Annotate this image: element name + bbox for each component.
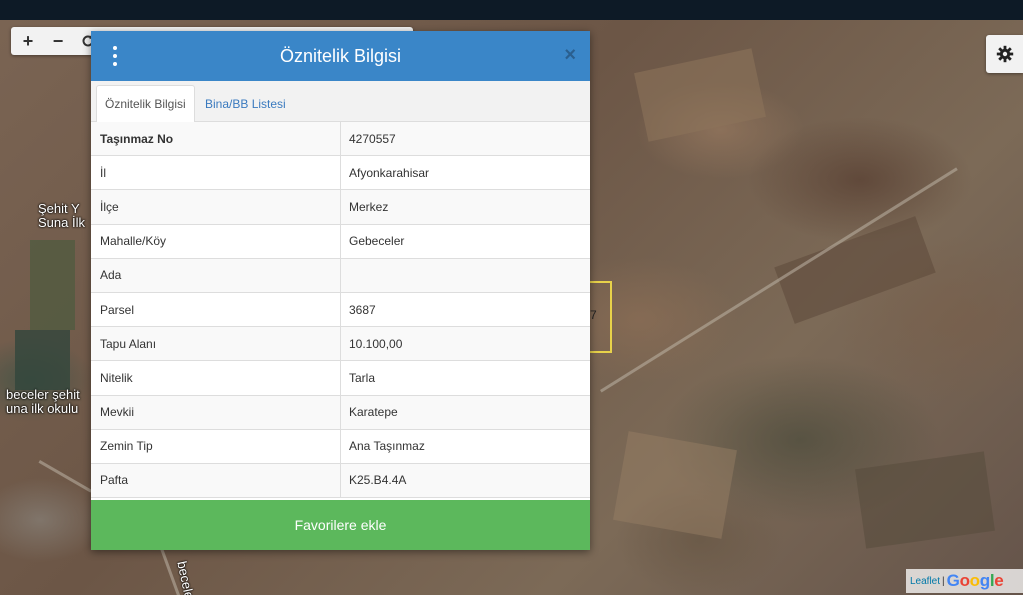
table-row: Nitelik Tarla (91, 361, 590, 396)
attribute-key: Nitelik (91, 361, 341, 395)
table-row: Mahalle/Köy Gebeceler (91, 224, 590, 259)
attribute-value: 4270557 (349, 131, 396, 146)
map-field (15, 330, 70, 390)
attribute-key: İlçe (91, 190, 341, 224)
leaflet-link[interactable]: Leaflet (910, 576, 940, 587)
map-field (855, 451, 995, 549)
google-logo: Google (946, 571, 1004, 590)
attribute-key: Ada (91, 258, 341, 292)
add-to-favorites-button[interactable]: Favorilere ekle (91, 500, 590, 550)
attribute-info-modal: Öznitelik Bilgisi × Öznitelik Bilgisi Bi… (91, 31, 590, 550)
attribute-key: İl (91, 156, 341, 190)
tab-attribute-info[interactable]: Öznitelik Bilgisi (96, 85, 195, 123)
attribute-value: 3687 (349, 302, 376, 317)
zoom-out-button[interactable]: − (43, 27, 73, 55)
attribute-value: K25.B4.4A (349, 473, 407, 488)
map-label: beceler şehit una ilk okulu (6, 387, 80, 416)
map-field (613, 431, 737, 539)
top-bar (0, 0, 1023, 20)
table-row: Mevkii Karatepe (91, 395, 590, 430)
table-row: Ada (91, 258, 590, 293)
map-attribution: Leaflet | Google (906, 569, 1023, 593)
attribution-separator: | (942, 575, 945, 587)
modal-header: Öznitelik Bilgisi × (91, 31, 590, 81)
attribute-value: Afyonkarahisar (349, 165, 430, 180)
tab-building-list[interactable]: Bina/BB Listesi (197, 85, 294, 122)
attribute-value (341, 259, 590, 292)
kebab-menu-icon[interactable] (109, 46, 121, 66)
attribute-key: Pafta (91, 463, 341, 498)
attribute-key: Mahalle/Köy (91, 224, 341, 258)
table-row: Taşınmaz No 4270557 (91, 122, 590, 157)
attribute-value: Karatepe (349, 405, 398, 420)
attribute-value: Tarla (349, 370, 376, 385)
attribute-key: Mevkii (91, 395, 341, 429)
attribute-key: Zemin Tip (91, 429, 341, 463)
table-row: Zemin Tip Ana Taşınmaz (91, 429, 590, 464)
table-row: Pafta K25.B4.4A (91, 463, 590, 499)
modal-title: Öznitelik Bilgisi (279, 45, 402, 66)
table-row: İlçe Merkez (91, 190, 590, 225)
map-field (30, 240, 75, 330)
table-row: Parsel 3687 (91, 292, 590, 328)
map-road (38, 460, 92, 493)
map-label: Şehit Y Suna İlk (38, 201, 85, 230)
attribute-key: Tapu Alanı (91, 327, 341, 361)
attribute-table: Taşınmaz No 4270557 İl Afyonkarahisar İlçe… (91, 122, 590, 499)
zoom-in-button[interactable]: + (13, 27, 43, 55)
attribute-value: Gebeceler (349, 234, 405, 249)
attribute-value: Merkez (349, 199, 389, 214)
attribute-value: 10.100,00 (349, 336, 403, 351)
table-row: İl Afyonkarahisar (91, 156, 590, 191)
modal-tabs: Öznitelik Bilgisi Bina/BB Listesi (91, 81, 590, 123)
close-icon[interactable]: × (564, 45, 576, 65)
parcel-number-label: 7 (590, 308, 597, 322)
attribute-key: Parsel (91, 292, 341, 327)
attribute-value: Ana Taşınmaz (349, 439, 425, 454)
settings-gear-icon[interactable] (986, 35, 1023, 73)
table-row: Tapu Alanı 10.100,00 (91, 327, 590, 362)
attribute-key: Taşınmaz No (91, 122, 341, 156)
map-field (634, 48, 766, 142)
